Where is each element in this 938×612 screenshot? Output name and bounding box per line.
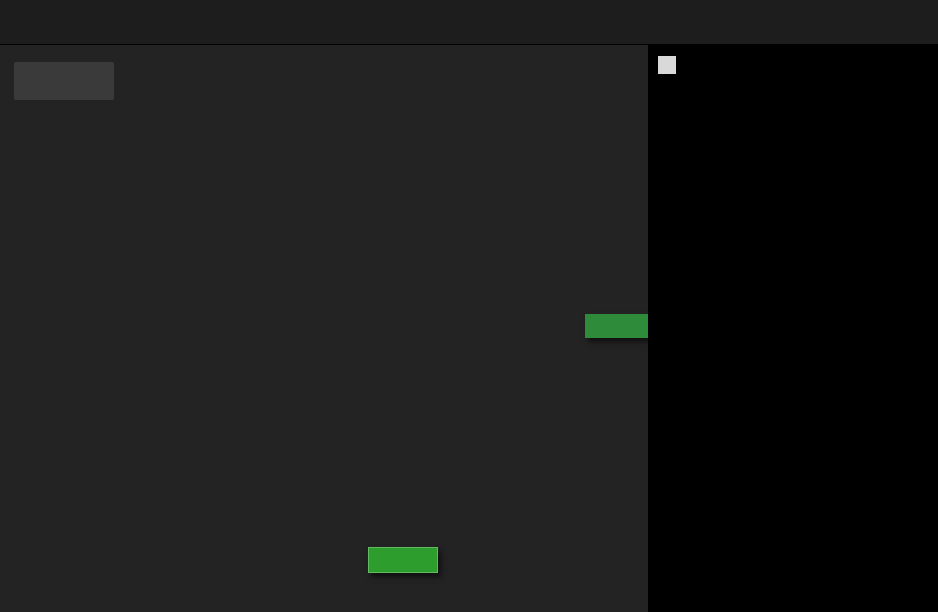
harmonic-analyzer-app (0, 0, 938, 612)
order-vs-speed-chart[interactable] (0, 45, 648, 612)
select-all-checkbox[interactable] (658, 56, 676, 74)
table-header-row (648, 45, 938, 85)
cursor-x-value-badge (368, 547, 438, 573)
chart-tools-overlay (14, 62, 114, 100)
harmonics-table (648, 45, 938, 612)
cursor-y-value-badge (585, 314, 648, 338)
toolbar (0, 0, 938, 45)
table-body (648, 85, 938, 612)
